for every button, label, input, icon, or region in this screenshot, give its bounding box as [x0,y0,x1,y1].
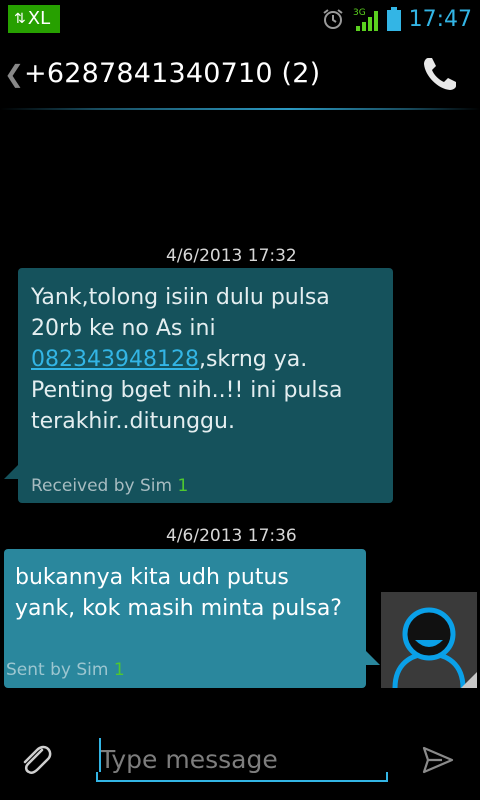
sent-message-bubble[interactable]: bukannya kita udh putus yank, kok masih … [4,549,380,688]
sim-number: 1 [177,476,189,496]
back-chevron-icon[interactable]: ❮ [4,60,24,88]
status-icons: 3G 17:47 [321,2,472,36]
alarm-icon [322,9,343,29]
compose-bar [0,720,480,800]
carrier-name: XL [27,8,51,29]
status-clock: 17:47 [408,6,472,32]
sent-meta: Sent by Sim 1 [6,660,125,680]
text-cursor [99,738,101,772]
message-input[interactable] [96,738,388,782]
data-activity-icon: ⇅ [14,11,26,27]
send-icon[interactable] [418,740,458,780]
carrier-badge: ⇅ XL [8,5,61,33]
input-underline-left [96,772,98,782]
sent-message-text: bukannya kita udh putus yank, kok masih … [15,565,342,621]
status-bar: ⇅ XL 3G 17:47 [0,0,480,38]
received-by-label: Received by Sim [31,476,178,496]
battery-icon [386,7,401,31]
avatar[interactable] [381,592,477,689]
header-divider [0,108,480,110]
received-message-bubble[interactable]: Yank,tolong isiin dulu pulsa 20rb ke no … [4,268,393,503]
signal-3g-icon: 3G [353,8,378,31]
message-timestamp: 4/6/2013 17:32 [166,246,297,266]
message-text-part: Yank,tolong isiin dulu pulsa 20rb ke no … [31,285,330,341]
sent-by-label: Sent by Sim [6,660,114,680]
conversation-title: +6287841340710 (2) [24,58,321,89]
input-underline-right [386,772,388,782]
sim-number: 1 [113,660,125,680]
phone-number-link[interactable]: 082343948128 [31,347,199,372]
network-type-label: 3G [353,8,366,18]
received-message-text: Yank,tolong isiin dulu pulsa 20rb ke no … [31,282,381,437]
action-bar: ❮ +6287841340710 (2) [0,40,480,110]
phone-icon[interactable] [418,52,462,96]
paperclip-icon[interactable] [16,740,56,780]
message-timestamp: 4/6/2013 17:36 [166,526,297,546]
avatar-corner-indicator [461,672,477,688]
received-meta: Received by Sim 1 [31,476,188,496]
